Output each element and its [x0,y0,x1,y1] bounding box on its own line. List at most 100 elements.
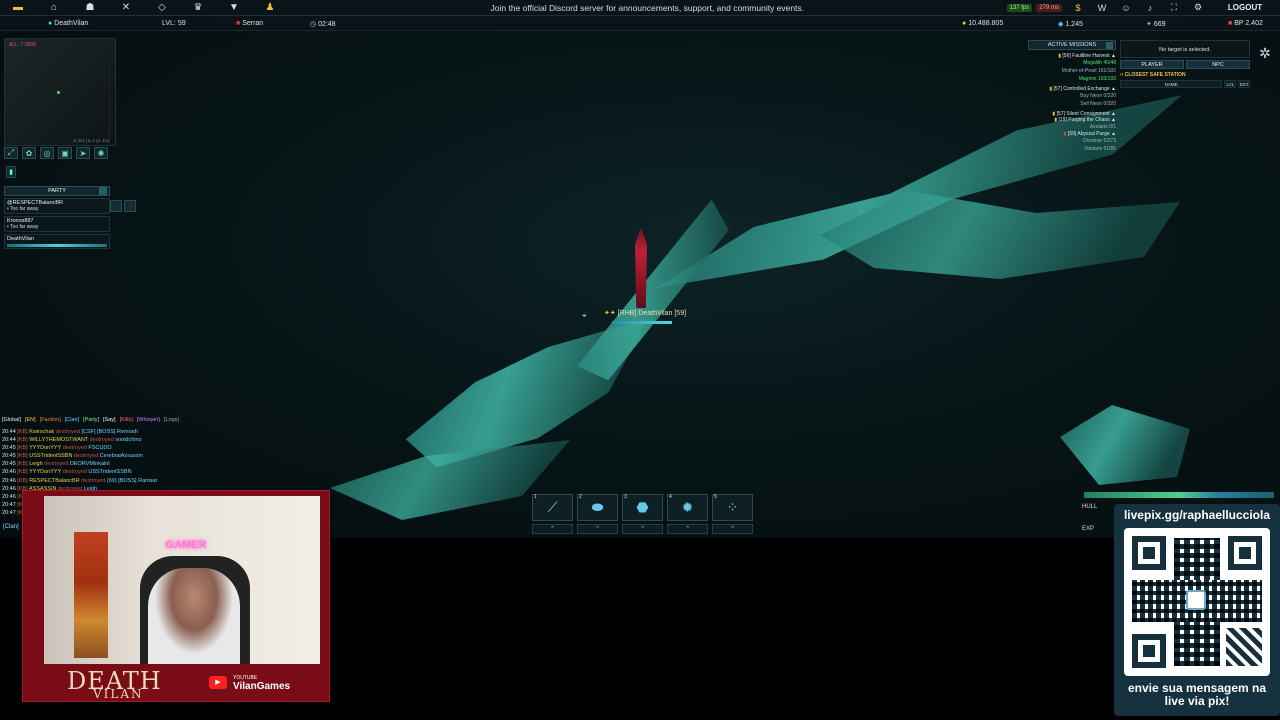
coins-icon[interactable]: ▬ [0,0,36,16]
chat-tab[interactable]: [Global] [2,417,21,423]
rocket-icon[interactable]: ⬬ [577,494,618,521]
cargo-icon[interactable]: ▣ [58,147,72,159]
gems-counter: ◆ 1.245 [1058,21,1083,28]
chat-a[interactable]: Kwirschak [29,429,54,435]
chat-b[interactable]: CerebraiAssassin [100,453,143,459]
chat-a[interactable]: Leigh [29,461,42,467]
chat-tab[interactable]: [Party] [83,417,99,423]
chat-tab[interactable]: [Faction] [40,417,61,423]
plant-icon[interactable]: ✿ [22,147,36,159]
chat-channel-label[interactable]: [Clan] [3,524,19,530]
chat-time: 20:47 [2,509,16,516]
chat-a[interactable]: YYYDonYYY [29,469,61,475]
chat-a[interactable]: USSTridentSSBN [29,453,72,459]
top-bar: ▬ ⌂ ☗ ✕ ◇ ♛ ▼ ♟ Join the official Discor… [0,0,1280,16]
party-collapse-button[interactable] [99,187,107,195]
tab-npc[interactable]: NPC [1186,60,1250,69]
capsule-icon[interactable]: ⬣ [622,494,663,521]
column-lvl[interactable]: LVL [1224,80,1237,88]
chat-b[interactable]: FSCUDO [88,445,111,451]
chat-tab[interactable]: [Logs] [164,417,179,423]
chat-tab[interactable]: [Say] [103,417,116,423]
expand-icon[interactable]: ⤢ [4,147,18,159]
missile-icon[interactable]: ⟋ [532,494,573,521]
slot-upgrade-icon[interactable]: ⌃ [577,524,618,534]
bp-icon: ■ [1228,20,1233,27]
exp-label: EXP [1082,526,1095,532]
qr-finder [1132,634,1166,668]
chat-line: 20:44 [KB] Kwirschak destroyed [CSF] [BO… [2,428,232,436]
compass-icon[interactable]: ✺ [94,147,108,159]
chat-tab[interactable]: [Clan] [65,417,79,423]
tab-player[interactable]: PLAYER [1120,60,1184,69]
volume-icon[interactable]: ♪ [1138,0,1162,16]
party-actions [110,200,136,212]
dollar-icon[interactable]: $ [1066,0,1090,16]
mission-item[interactable]: ▮ [56] Faultline Harvest ▲ Megalith 45/4… [1028,53,1116,83]
chat-b[interactable]: (69) [BOSS] Ramsat [107,478,157,484]
party-invite-icon[interactable] [110,200,122,212]
mission-item[interactable]: ▮ [19] Purging the Chaos ▲ Azularis 0/1 [1028,117,1116,131]
ship-icon[interactable]: ➤ [76,147,90,159]
chat-a[interactable]: WILLYTHEMOSTWANT [29,437,88,443]
chat-tab[interactable]: [Whisper] [137,417,160,423]
player-ship[interactable] [635,228,647,308]
action-slot-2[interactable]: ⬬ 2 ⌃ [577,494,618,536]
action-slot-5[interactable]: ⁘ 5 ⌃ [712,494,753,536]
chat-b[interactable]: [CSF] [BOSS] Remoah [82,429,138,435]
slot-upgrade-icon[interactable]: ⌃ [622,524,663,534]
mission-objective: Magnox 163/192 [1078,76,1116,82]
target-icon[interactable]: ◎ [40,147,54,159]
bell-icon[interactable]: ♟ [252,0,288,16]
ship-label: ✦✦ [RHB] DeathVilan [59] [604,309,686,317]
slot-upgrade-icon[interactable]: ⌃ [712,524,753,534]
closest-station-header[interactable]: ›› CLOSEST SAFE STATION [1120,72,1250,78]
slot-number: 2 [579,494,582,500]
action-slot-4[interactable]: ✹ 4 ⌃ [667,494,708,536]
missions-collapse-button[interactable] [1106,42,1113,49]
chat-line: 20:45 [KB] YYYDonYYY destroyed FSCUDO [2,444,232,452]
column-dst[interactable]: DST [1238,80,1251,88]
chat-tab[interactable]: [EN] [25,417,36,423]
chat-b[interactable]: vooidchino [115,437,141,443]
party-leave-icon[interactable] [124,200,136,212]
action-slot-3[interactable]: ⬣ 3 ⌃ [622,494,663,536]
ship-config-icon[interactable]: ✲ [1254,45,1276,67]
logout-button[interactable]: LOGOUT [1210,3,1280,12]
diamond-icon[interactable]: ◇ [144,0,180,16]
chat-time: 20:44 [2,437,16,444]
swarm-icon[interactable]: ⁘ [712,494,753,521]
swords-icon[interactable]: ✕ [108,0,144,16]
group-icon[interactable]: ☗ [72,0,108,16]
minimap[interactable]: ALL: 7.0008 0, 207 | 0, 0 | 2, 474 [4,38,116,146]
chat-time: 20:45 [2,461,16,468]
home-icon[interactable]: ⌂ [36,0,72,16]
discord-icon[interactable]: ☺ [1114,0,1138,16]
slot-upgrade-icon[interactable]: ⌃ [667,524,708,534]
chat-b[interactable]: DEORVMinkalnl [70,461,110,467]
slot-upgrade-icon[interactable]: ⌃ [532,524,573,534]
filter-icon[interactable]: ▼ [216,0,252,16]
party-member[interactable]: DeathVilan [4,234,110,249]
chat-line: 20:45 [KB] USSTridentSSBN destroyed Cere… [2,452,232,460]
inventory-icon[interactable]: ▮ [6,166,16,178]
faction-icon: ■ [236,20,241,27]
chat-a[interactable]: RESPECTBalancBR [29,478,79,484]
column-name[interactable]: NAME [1120,80,1223,88]
mission-item[interactable]: ▮ [59] Abyssal Purge ▲ Oceanar 52/73 Voi… [1028,131,1116,153]
trophy-icon[interactable]: ♛ [180,0,216,16]
burst-icon[interactable]: ✹ [667,494,708,521]
fullscreen-icon[interactable]: ⛶ [1162,0,1186,16]
settings-icon[interactable]: ⚙ [1186,0,1210,16]
chat-b[interactable]: USSTridentSSBN [88,469,131,475]
chat-a[interactable]: YYYDonYYY [29,445,61,451]
party-member[interactable]: @RESPECTBalancBR • Too far away [4,198,110,214]
action-slot-1[interactable]: ⟋ 1 ⌃ [532,494,573,536]
chat-tag: [KB] [17,429,28,435]
mission-item[interactable]: ▮ [57] Controlled Exchange ▲ Buy Neon 0/… [1028,86,1116,108]
wiki-icon[interactable]: W [1090,0,1114,16]
party-member[interactable]: Kronos887 • Too far away [4,216,110,232]
chat-tab[interactable]: [Kills] [120,417,133,423]
party-member-name: DeathVilan [7,236,34,242]
announcement-text[interactable]: Join the official Discord server for ann… [288,3,1007,13]
